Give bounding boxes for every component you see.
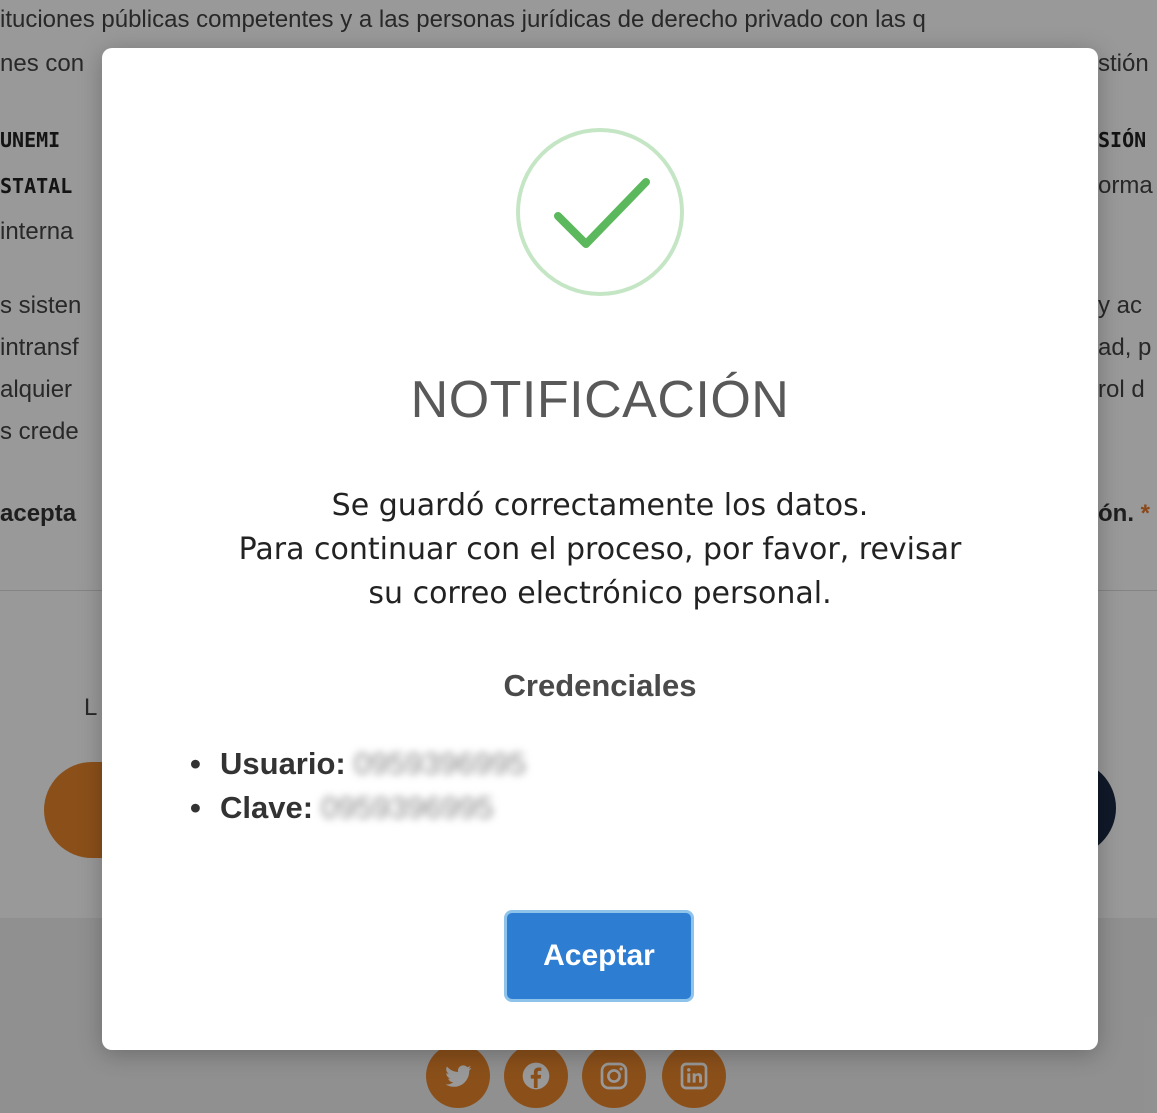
check-circle-icon [514,126,686,298]
credential-password: • Clave: 0959396995 [190,786,526,830]
message-line-3: su correo electrónico personal. [368,576,832,611]
credentials-list: • Usuario: 0959396995 • Clave: 0959396995 [190,742,526,830]
modal-message: Se guardó correctamente los datos. Para … [162,484,1038,616]
message-line-2: Para continuar con el proceso, por favor… [238,532,962,567]
notification-modal: NOTIFICACIÓN Se guardó correctamente los… [102,48,1098,1050]
password-label: Clave: [220,790,314,825]
message-line-1: Se guardó correctamente los datos. [331,488,869,523]
modal-title: NOTIFICACIÓN [410,371,790,429]
accept-button[interactable]: Aceptar [504,910,694,1002]
credential-user: • Usuario: 0959396995 [190,742,526,786]
user-value: 0959396995 [353,746,527,781]
user-label: Usuario: [220,746,346,781]
password-value: 0959396995 [321,790,494,825]
credentials-title: Credenciales [503,668,697,703]
